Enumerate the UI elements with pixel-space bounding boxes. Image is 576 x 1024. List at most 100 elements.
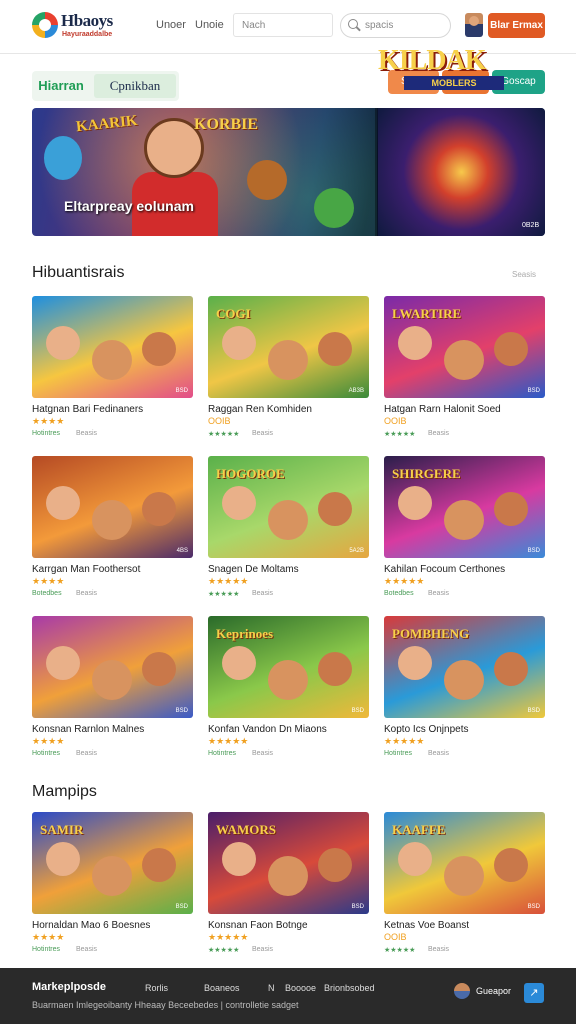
meta-primary: Hotintres — [32, 430, 61, 437]
footer-link-2[interactable]: Boaneos — [204, 983, 240, 993]
thumbnail-badge: BSD — [527, 388, 540, 394]
meta-secondary: Beasis — [76, 430, 98, 437]
footer-link-3[interactable]: N — [268, 983, 275, 993]
thumbnail-title: Keprinoes — [216, 626, 274, 641]
game-title[interactable]: Karrgan Man Foothersot — [32, 564, 140, 575]
meta-secondary: Beasis — [428, 590, 450, 597]
meta-secondary: Beasis — [252, 946, 274, 953]
nav-search-field[interactable]: Nach — [233, 13, 333, 37]
character-figure — [398, 326, 432, 360]
meta-primary: ★★★★★ — [384, 431, 416, 438]
nav-link-2[interactable]: Unoie — [195, 19, 224, 31]
character-figure — [444, 856, 484, 896]
game-thumbnail[interactable]: WAMORS BSD — [208, 812, 369, 914]
share-icon[interactable]: ↗ — [524, 983, 544, 1003]
game-thumbnail[interactable]: 4BS — [32, 456, 193, 558]
section-title-2: Mampips — [32, 783, 97, 800]
footer-legal-text: Buarmaen Imlegeoibanty Hheaay Beceebedes… — [32, 1000, 299, 1010]
game-title[interactable]: Ketnas Voe Boanst — [384, 920, 469, 931]
tab-active[interactable]: Hiarran — [32, 71, 90, 101]
footer-username[interactable]: Gueapor — [476, 986, 511, 996]
logo-title[interactable]: Hbaoys — [61, 11, 113, 31]
character-figure — [444, 660, 484, 700]
meta-primary: Hotintres — [32, 750, 61, 757]
game-title[interactable]: Hatgnan Bari Fedinaners — [32, 404, 143, 415]
character-figure — [142, 492, 176, 526]
hero-character-blue — [44, 136, 82, 180]
avatar[interactable] — [465, 13, 483, 37]
meta-primary: Hotintres — [32, 946, 61, 953]
game-title[interactable]: Kopto Ics Onjnpets — [384, 724, 469, 735]
rating-stars: ★★★★★ — [384, 736, 425, 746]
game-thumbnail[interactable]: COGI AB3B — [208, 296, 369, 398]
character-figure — [222, 486, 256, 520]
game-thumbnail[interactable]: BSD — [32, 616, 193, 718]
character-figure — [398, 842, 432, 876]
meta-secondary: Beasis — [252, 590, 274, 597]
card-meta: Hotintres Beasis — [384, 750, 449, 757]
character-figure — [46, 326, 80, 360]
view-toggle: Hiarran Cpnikban — [32, 71, 179, 101]
footer-link-1[interactable]: Rorlis — [145, 983, 168, 993]
game-title[interactable]: Hornaldan Mao 6 Boesnes — [32, 920, 150, 931]
thumbnail-badge: BSD — [527, 548, 540, 554]
character-figure — [268, 856, 308, 896]
meta-secondary: Beasis — [76, 590, 98, 597]
meta-primary: Botedbes — [32, 590, 62, 597]
card-meta: Hotintres Beasis — [32, 430, 97, 437]
game-thumbnail[interactable]: POMBHENG BSD — [384, 616, 545, 718]
game-thumbnail[interactable]: SHIRGERE BSD — [384, 456, 545, 558]
card-meta: Hotintres Beasis — [208, 750, 273, 757]
footer-avatar[interactable] — [454, 983, 470, 999]
card-meta: ★★★★★ Beasis — [208, 590, 273, 598]
game-title[interactable]: Konfan Vandon Dn Miaons — [208, 724, 327, 735]
rating-stars: OOIB — [384, 932, 407, 942]
thumbnail-title: SAMIR — [40, 822, 84, 837]
thumbnail-title: LWARTIRE — [392, 306, 462, 321]
character-figure — [444, 500, 484, 540]
thumbnail-badge: BSD — [527, 708, 540, 714]
thumbnail-badge: BSD — [175, 904, 188, 910]
character-figure — [318, 652, 352, 686]
meta-secondary: Beasis — [428, 430, 450, 437]
game-title[interactable]: Raggan Ren Komhiden — [208, 404, 312, 415]
game-thumbnail[interactable]: BSD — [32, 296, 193, 398]
character-figure — [46, 486, 80, 520]
game-title[interactable]: Konsnan Faon Botnge — [208, 920, 308, 931]
game-title[interactable]: Hatgan Rarn Halonit Soed — [384, 404, 501, 415]
character-figure — [268, 660, 308, 700]
hero-banner[interactable]: KAARIK KORBIE Eltarpreay eolunam — [32, 108, 545, 236]
rating-stars: ★★★★★ — [384, 576, 425, 586]
game-title[interactable]: Konsnan Rarnlon Malnes — [32, 724, 144, 735]
rating-stars: ★★★★★ — [208, 576, 249, 586]
footer-brand[interactable]: Markeplposde — [32, 981, 106, 993]
card-meta: Hotintres Beasis — [32, 946, 97, 953]
game-thumbnail[interactable]: LWARTIRE BSD — [384, 296, 545, 398]
nav-link-1[interactable]: Unoer — [156, 19, 186, 31]
meta-primary: Botedbes — [384, 590, 414, 597]
character-figure — [494, 652, 528, 686]
game-thumbnail[interactable]: Keprinoes BSD — [208, 616, 369, 718]
character-figure — [398, 646, 432, 680]
hero-secondary-panel[interactable] — [378, 108, 545, 236]
character-figure — [318, 492, 352, 526]
character-figure — [222, 646, 256, 680]
thumbnail-title: SHIRGERE — [392, 466, 461, 481]
logo-icon[interactable] — [32, 12, 58, 38]
game-title[interactable]: Kahilan Focoum Certhones — [384, 564, 505, 575]
game-thumbnail[interactable]: KAAFFE BSD — [384, 812, 545, 914]
section-see-all-link[interactable]: Seasis — [512, 270, 536, 279]
character-figure — [142, 332, 176, 366]
tab-other[interactable]: Cpnikban — [94, 74, 176, 98]
footer-link-5[interactable]: Brionbsobed — [324, 983, 375, 993]
game-title[interactable]: Snagen De Moltams — [208, 564, 299, 575]
card-meta: ★★★★★ Beasis — [208, 946, 273, 954]
header-cta-button[interactable]: Blar Ermax — [488, 13, 545, 38]
thumbnail-title: KAAFFE — [392, 822, 446, 837]
meta-primary: ★★★★★ — [384, 947, 416, 954]
thumbnail-badge: BSD — [351, 904, 364, 910]
footer-link-4[interactable]: Booooe — [285, 983, 316, 993]
thumbnail-title: WAMORS — [216, 822, 276, 837]
game-thumbnail[interactable]: SAMIR BSD — [32, 812, 193, 914]
game-thumbnail[interactable]: HOGOROE 5A2B — [208, 456, 369, 558]
